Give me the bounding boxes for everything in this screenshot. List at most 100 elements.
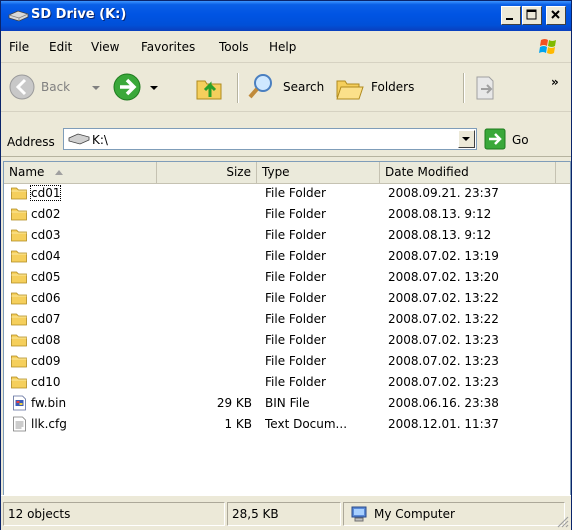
file-name: cd06 [31, 291, 61, 305]
status-total-size: 28,5 KB [227, 502, 341, 526]
toolbar-separator [463, 73, 465, 103]
up-folder-icon [196, 80, 222, 100]
file-row[interactable]: fw.bin 29 KB BIN File 2008.06.16. 23:38 [4, 394, 570, 415]
drive-icon [8, 10, 29, 22]
forward-arrow-icon [113, 73, 141, 101]
file-row[interactable]: cd02 File Folder 2008.08.13. 9:12 [4, 205, 570, 226]
column-header-date-label: Date Modified [385, 165, 469, 179]
menu-help[interactable]: Help [269, 40, 296, 54]
file-row[interactable]: cd01 File Folder 2008.09.21. 23:37 [4, 184, 570, 205]
my-computer-icon [351, 506, 367, 522]
status-object-count: 12 objects [3, 502, 225, 526]
search-button[interactable]: Search [245, 71, 337, 103]
menu-file[interactable]: File [9, 40, 29, 54]
maximize-button[interactable] [522, 6, 542, 25]
menu-bar: File Edit View Favorites Tools Help [1, 32, 571, 63]
text-file-icon [13, 416, 26, 432]
resize-grip-icon[interactable] [555, 514, 569, 528]
file-name: cd09 [31, 354, 61, 368]
folder-icon [11, 355, 27, 368]
file-row[interactable]: cd04 File Folder 2008.07.02. 13:19 [4, 247, 570, 268]
column-header-date-modified[interactable]: Date Modified [380, 162, 556, 183]
file-name: cd10 [31, 375, 61, 389]
bin-file-icon [13, 395, 26, 411]
folder-icon [11, 250, 27, 263]
folder-icon [11, 187, 27, 200]
file-type: File Folder [265, 333, 326, 347]
file-date-modified: 2008.12.01. 11:37 [388, 417, 499, 431]
file-row[interactable]: cd03 File Folder 2008.08.13. 9:12 [4, 226, 570, 247]
status-zone: My Computer [343, 502, 565, 526]
file-name: cd03 [31, 228, 61, 242]
search-label: Search [283, 80, 325, 94]
column-header-size-label: Size [226, 165, 251, 179]
file-name: cd01 [29, 185, 62, 201]
file-name: cd08 [31, 333, 61, 347]
file-date-modified: 2008.09.21. 23:37 [388, 186, 499, 200]
file-type: File Folder [265, 312, 326, 326]
up-folder-button[interactable] [193, 71, 229, 103]
file-type: File Folder [265, 291, 326, 305]
go-arrow-icon[interactable] [484, 128, 506, 150]
back-dropdown-icon [92, 86, 100, 90]
window-title: SD Drive (K:) [31, 7, 127, 22]
file-row[interactable]: cd08 File Folder 2008.07.02. 13:23 [4, 331, 570, 352]
file-row[interactable]: cd05 File Folder 2008.07.02. 13:20 [4, 268, 570, 289]
folders-button[interactable]: Folders [333, 71, 433, 103]
back-arrow-icon [9, 74, 35, 100]
file-name: cd07 [31, 312, 61, 326]
menu-view[interactable]: View [91, 40, 119, 54]
folder-icon [11, 376, 27, 389]
file-date-modified: 2008.07.02. 13:19 [388, 249, 499, 263]
file-name: cd02 [31, 207, 61, 221]
folder-icon [11, 271, 27, 284]
close-button[interactable] [546, 6, 566, 25]
file-type: File Folder [265, 249, 326, 263]
status-bar: 12 objects 28,5 KB My Computer [1, 495, 571, 530]
file-row[interactable]: cd07 File Folder 2008.07.02. 13:22 [4, 310, 570, 331]
file-type: File Folder [265, 354, 326, 368]
toolbar-separator [237, 73, 239, 103]
toolbar-overflow-chevron[interactable]: » [551, 75, 559, 89]
move-to-button[interactable] [471, 71, 505, 103]
file-date-modified: 2008.07.02. 13:23 [388, 375, 499, 389]
file-list[interactable]: Name Size Type Date Modified cd01 File Fo… [3, 161, 571, 496]
folder-icon [11, 229, 27, 242]
menu-favorites[interactable]: Favorites [141, 40, 195, 54]
file-name: fw.bin [31, 396, 67, 410]
folder-icon [11, 292, 27, 305]
drive-icon [68, 133, 90, 145]
column-header-name-label: Name [9, 165, 45, 179]
file-type: File Folder [265, 270, 326, 284]
file-row[interactable]: cd09 File Folder 2008.07.02. 13:23 [4, 352, 570, 373]
address-bar: Address K:\ Go [1, 112, 571, 157]
file-date-modified: 2008.07.02. 13:22 [388, 291, 499, 305]
file-date-modified: 2008.08.13. 9:12 [388, 228, 492, 242]
standard-toolbar: Back Search Folders » [1, 63, 571, 112]
go-button[interactable]: Go [512, 133, 529, 147]
explorer-window: SD Drive (K:) File Edit View Favorites T… [0, 0, 572, 530]
maximize-icon [526, 9, 537, 20]
column-header-size[interactable]: Size [157, 162, 257, 183]
file-date-modified: 2008.08.13. 9:12 [388, 207, 492, 221]
forward-button[interactable] [111, 71, 181, 103]
address-dropdown-button[interactable] [458, 130, 475, 148]
menu-edit[interactable]: Edit [49, 40, 72, 54]
title-bar[interactable]: SD Drive (K:) [1, 1, 571, 31]
file-row[interactable]: cd10 File Folder 2008.07.02. 13:23 [4, 373, 570, 394]
file-row[interactable]: llk.cfg 1 KB Text Docum... 2008.12.01. 11:3… [4, 415, 570, 436]
address-value: K:\ [92, 133, 108, 147]
menu-tools[interactable]: Tools [219, 40, 249, 54]
folders-icon [336, 80, 364, 100]
minimize-button[interactable] [501, 6, 521, 25]
column-header-type[interactable]: Type [257, 162, 380, 183]
back-button[interactable]: Back [7, 71, 127, 103]
folder-icon [11, 313, 27, 326]
file-name: llk.cfg [31, 417, 67, 431]
column-header-type-label: Type [262, 165, 290, 179]
column-header-name[interactable]: Name [4, 162, 157, 183]
back-label: Back [41, 80, 71, 94]
file-type: File Folder [265, 228, 326, 242]
file-row[interactable]: cd06 File Folder 2008.07.02. 13:22 [4, 289, 570, 310]
address-input[interactable]: K:\ [63, 128, 477, 150]
